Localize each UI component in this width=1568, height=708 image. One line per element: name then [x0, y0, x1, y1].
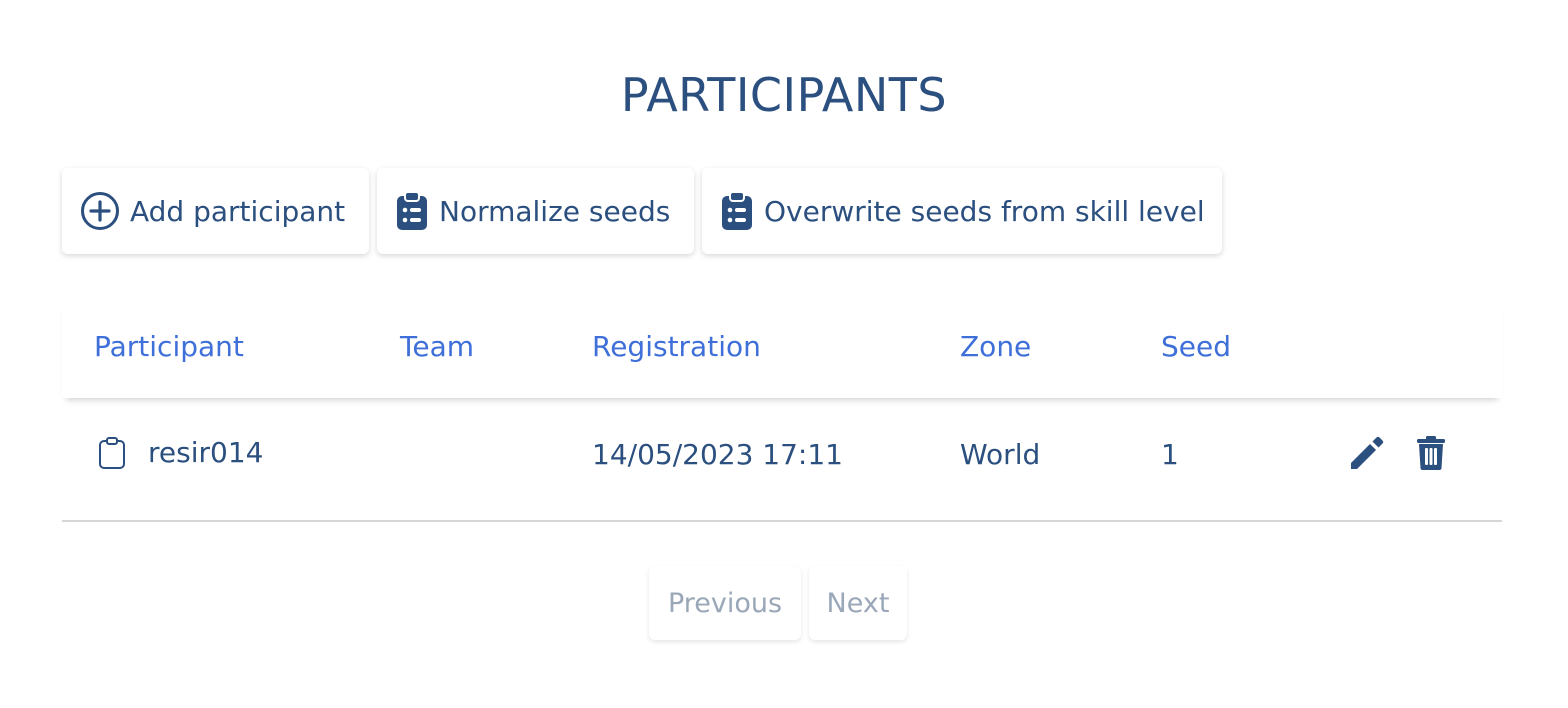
row-actions: [1348, 434, 1446, 472]
pencil-icon[interactable]: [1348, 434, 1386, 472]
previous-button[interactable]: Previous: [649, 566, 801, 640]
add-participant-button[interactable]: Add participant: [62, 168, 369, 254]
page-title: PARTICIPANTS: [620, 68, 948, 122]
table-header: Participant Team Registration Zone Seed: [62, 300, 1502, 398]
participants-table: Participant Team Registration Zone Seed …: [62, 300, 1502, 522]
clipboard-icon: [98, 436, 126, 469]
next-button[interactable]: Next: [809, 566, 907, 640]
registration-cell: 14/05/2023 17:11: [592, 438, 843, 471]
normalize-seeds-button[interactable]: Normalize seeds: [377, 168, 694, 254]
pagination: Previous Next: [649, 566, 907, 640]
column-header-zone[interactable]: Zone: [960, 330, 1031, 363]
table-row: resir014 14/05/2023 17:11 World 1: [62, 398, 1502, 522]
column-header-team[interactable]: Team: [400, 330, 474, 363]
zone-cell: World: [960, 438, 1041, 471]
participant-cell: resir014: [98, 436, 263, 469]
normalize-seeds-label: Normalize seeds: [439, 194, 671, 228]
add-participant-label: Add participant: [130, 194, 346, 228]
plus-circle-icon: [80, 191, 120, 231]
clipboard-list-icon: [395, 191, 429, 231]
toolbar: Add participant Normalize seeds Overwrit…: [62, 168, 1222, 254]
trash-icon[interactable]: [1416, 436, 1446, 470]
clipboard-list-icon: [720, 191, 754, 231]
seed-cell: 1: [1161, 438, 1179, 471]
column-header-participant[interactable]: Participant: [94, 330, 244, 363]
overwrite-seeds-button[interactable]: Overwrite seeds from skill level: [702, 168, 1222, 254]
column-header-registration[interactable]: Registration: [592, 330, 761, 363]
column-header-seed[interactable]: Seed: [1161, 330, 1231, 363]
overwrite-seeds-label: Overwrite seeds from skill level: [764, 194, 1205, 228]
participant-name: resir014: [148, 436, 264, 469]
